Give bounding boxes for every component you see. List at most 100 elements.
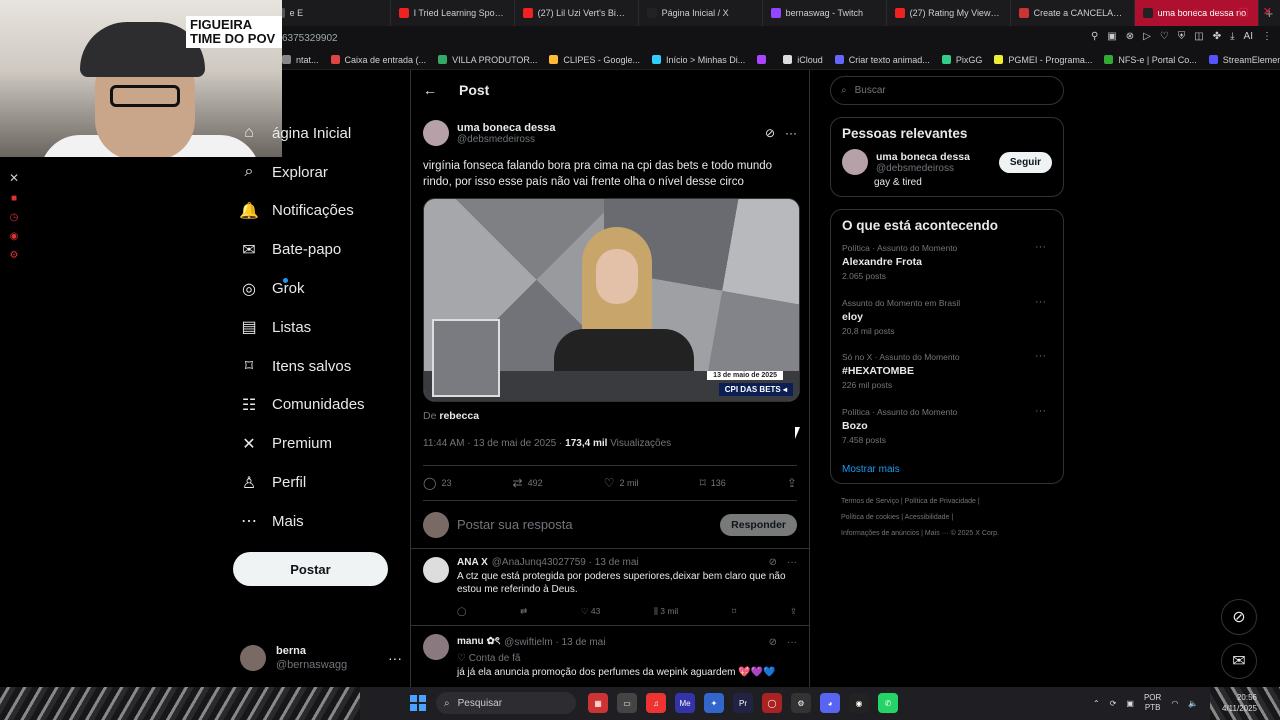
more-icon[interactable]: ···: [787, 637, 797, 648]
browser-tab[interactable]: Create a CANCELAMENT: [1011, 0, 1135, 26]
wifi-icon[interactable]: ◠: [1171, 699, 1178, 708]
grok-explain-icon[interactable]: ⊘: [769, 557, 777, 568]
browser-tab[interactable]: (27) Lil Uzi Vert's Bigge: [515, 0, 639, 26]
settings-icon[interactable]: ⚙: [791, 693, 811, 713]
nav-item-profile[interactable]: ♙ Perfil: [232, 463, 402, 502]
author-name[interactable]: uma boneca dessa: [457, 122, 555, 134]
reply-input[interactable]: Postar sua resposta: [457, 517, 712, 532]
nav-item-list[interactable]: ▤ Listas: [232, 308, 402, 347]
history-icon[interactable]: ◷: [10, 212, 19, 223]
settings-icon[interactable]: ⚙: [10, 250, 19, 261]
footer-line[interactable]: Informações de anúncios | Mais ··· © 202…: [841, 526, 1064, 542]
menu-icon[interactable]: ⋮: [1262, 31, 1272, 42]
shield-icon[interactable]: ⛨: [1178, 31, 1186, 42]
bookmark-item[interactable]: PGMEI - Programa...: [994, 55, 1092, 65]
more-icon[interactable]: ···: [1035, 350, 1046, 362]
cube-icon[interactable]: ◫: [1194, 31, 1203, 42]
search-input[interactable]: ⌕ Buscar: [830, 76, 1064, 105]
puzzle-icon[interactable]: ✤: [1213, 31, 1221, 42]
messages-fab-icon[interactable]: ✉: [1221, 643, 1257, 679]
footer-line[interactable]: Política de cookies | Acessibilidade |: [841, 510, 1064, 526]
share-icon[interactable]: ⇪: [790, 606, 797, 617]
reply-avatar[interactable]: [423, 557, 449, 583]
more-icon[interactable]: ···: [1035, 241, 1046, 253]
reply-author-handle[interactable]: @swiftielm · 13 de mai: [504, 637, 605, 648]
relevant-person[interactable]: uma boneca dessa @debsmedeiross Seguir: [842, 149, 1052, 175]
language-indicator[interactable]: POR PTB: [1144, 693, 1161, 713]
nav-item-bell[interactable]: 🔔 Notificações: [232, 192, 402, 231]
compose-post-button[interactable]: Postar: [233, 552, 388, 586]
reply-avatar[interactable]: [423, 634, 449, 660]
grok-explain-icon[interactable]: ⊘: [765, 126, 775, 140]
nav-item-more[interactable]: ⋯ Mais: [232, 502, 402, 541]
views-button[interactable]: ⫼ 3 mil: [654, 606, 678, 617]
screenshot-icon[interactable]: ▣: [1107, 31, 1116, 42]
app-icon[interactable]: ✦: [704, 693, 724, 713]
repost-button[interactable]: ⇄: [520, 606, 527, 617]
trend-item[interactable]: Só no X · Assunto do Momento #HEXATOMBE 22…: [842, 350, 1052, 405]
nav-item-mail[interactable]: ✉ Bate-papo: [232, 230, 402, 269]
reply-button[interactable]: ◯: [457, 606, 467, 617]
nav-item-grok[interactable]: ◎ Grok: [232, 269, 402, 308]
search-tabs-icon[interactable]: ⌕: [1193, 5, 1199, 18]
bookmark-item[interactable]: NFS-e | Portal Co...: [1104, 55, 1197, 65]
heart-icon[interactable]: ♡: [1160, 31, 1169, 42]
grok-explain-icon[interactable]: ⊘: [769, 637, 777, 648]
taskbar-search[interactable]: ⌕ Pesquisar: [436, 692, 576, 714]
obs-icon[interactable]: ◉: [849, 693, 869, 713]
minimize-button[interactable]: —: [1213, 5, 1224, 18]
bookmark-button[interactable]: ⌑: [732, 606, 736, 617]
youtube-icon[interactable]: ■: [11, 193, 17, 204]
author-handle[interactable]: @debsmedeiross: [457, 134, 555, 145]
more-icon[interactable]: ···: [1035, 296, 1046, 308]
reply-author-name[interactable]: manu ✿ৎ: [457, 634, 500, 651]
browser-tab[interactable]: (27) Rating My Viewers T: [887, 0, 1011, 26]
x-logo-icon[interactable]: ✕: [9, 171, 19, 185]
file-explorer-icon[interactable]: ▭: [617, 693, 637, 713]
bookmark-item[interactable]: ntat...: [282, 55, 319, 65]
post-timestamp[interactable]: 11:44 AM · 13 de mai de 2025 ·: [423, 438, 562, 449]
bookmark-item[interactable]: VILLA PRODUTOR...: [438, 55, 537, 65]
more-icon[interactable]: ···: [785, 126, 797, 140]
bookmark-item[interactable]: Criar texto animad...: [834, 55, 930, 65]
play-icon[interactable]: ▷: [1143, 31, 1151, 42]
reply-item[interactable]: manu ✿ৎ @swiftielm · 13 de mai ⊘ ··· ♡ Conta…: [411, 626, 809, 687]
reply-item[interactable]: ANA X @AnaJunq43027759 · 13 de mai ⊘ ··· A c…: [411, 549, 809, 626]
maximize-button[interactable]: ▢: [1238, 5, 1248, 18]
share-button[interactable]: ⇪: [787, 476, 797, 490]
nav-item-x-logo[interactable]: ✕ Premium: [232, 424, 402, 463]
follow-button[interactable]: Seguir: [998, 151, 1052, 173]
bookmark-item[interactable]: StreamElements -...: [1208, 55, 1280, 65]
bookmark-button[interactable]: ⌑ 136: [700, 476, 726, 490]
back-arrow-icon[interactable]: ←: [423, 82, 437, 98]
media-encoder-icon[interactable]: Me: [675, 693, 695, 713]
nav-item-search[interactable]: ⌕ Explorar: [232, 153, 402, 192]
sync-icon[interactable]: ⟳: [1110, 699, 1117, 708]
app-icon[interactable]: ▦: [588, 693, 608, 713]
author-avatar[interactable]: [423, 120, 449, 146]
music-app-icon[interactable]: ♫: [646, 693, 666, 713]
more-icon[interactable]: ···: [1035, 405, 1046, 417]
whatsapp-icon[interactable]: ✆: [878, 693, 898, 713]
ai-icon[interactable]: AI: [1244, 31, 1253, 42]
bookmark-item[interactable]: iCloud: [783, 55, 823, 65]
volume-icon[interactable]: 🔈: [1188, 699, 1198, 708]
pin-icon[interactable]: ⚲: [1091, 31, 1098, 42]
like-button[interactable]: ♡ 2 mil: [604, 476, 639, 490]
bookmark-item[interactable]: [757, 55, 771, 64]
chevron-up-icon[interactable]: ⌃: [1093, 699, 1100, 708]
repost-button[interactable]: ⇄ 492: [513, 476, 543, 490]
bookmark-item[interactable]: PixGG: [941, 55, 982, 65]
footer-line[interactable]: Termos de Serviço | Política de Privacid…: [841, 494, 1064, 510]
nav-item-bookmark[interactable]: ⌑ Itens salvos: [232, 347, 402, 386]
premiere-icon[interactable]: Pr: [733, 693, 753, 713]
browser-tab[interactable]: Página Inicial / X: [639, 0, 763, 26]
media-source-user[interactable]: rebecca: [439, 410, 479, 422]
trend-item[interactable]: Assunto do Momento em Brasil eloy 20,8 mil…: [842, 296, 1052, 351]
reply-submit-button[interactable]: Responder: [720, 513, 797, 536]
trend-item[interactable]: Política · Assunto do Momento Alexandre F…: [842, 241, 1052, 296]
reply-button[interactable]: ◯ 23: [423, 476, 451, 490]
extension-icon[interactable]: ⊗: [1126, 31, 1134, 42]
reply-author-handle[interactable]: @AnaJunq43027759 · 13 de mai: [492, 557, 639, 568]
heart-button[interactable]: ♡ 43: [581, 606, 600, 617]
